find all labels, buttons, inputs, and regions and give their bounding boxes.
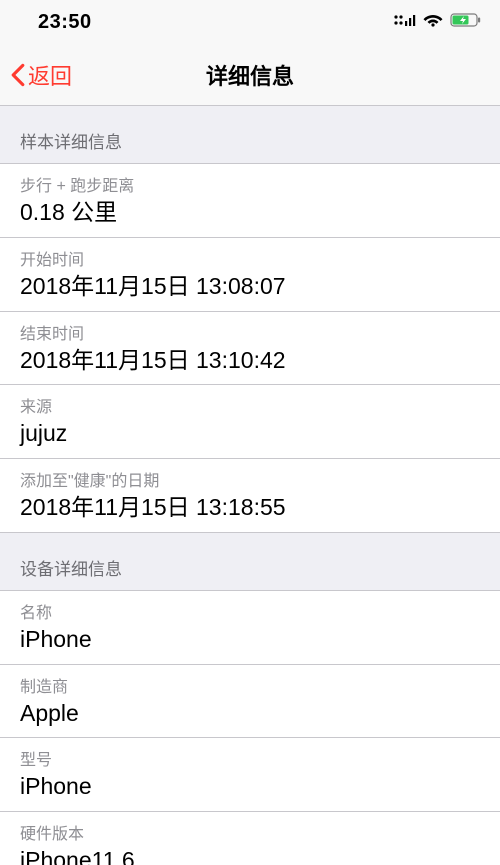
distance-value: 0.18 公里 [20,198,480,227]
row-added-date: 添加至"健康"的日期 2018年11月15日 13:18:55 [0,458,500,533]
row-source: 来源 jujuz [0,384,500,458]
wifi-icon [423,13,443,32]
model-value: iPhone [20,772,480,801]
section-header-sample: 样本详细信息 [0,106,500,163]
device-name-value: iPhone [20,625,480,654]
end-value: 2018年11月15日 13:10:42 [20,346,480,375]
cellular-icon [394,13,416,32]
manufacturer-label: 制造商 [20,673,480,697]
hardware-label: 硬件版本 [20,820,480,844]
row-device-name: 名称 iPhone [0,590,500,664]
added-label: 添加至"健康"的日期 [20,467,480,491]
source-value: jujuz [20,419,480,448]
row-end-time: 结束时间 2018年11月15日 13:10:42 [0,311,500,385]
status-bar: 23:50 [0,0,500,44]
hardware-value: iPhone11,6 [20,846,480,865]
row-manufacturer: 制造商 Apple [0,664,500,738]
row-start-time: 开始时间 2018年11月15日 13:08:07 [0,237,500,311]
manufacturer-value: Apple [20,699,480,728]
added-value: 2018年11月15日 13:18:55 [20,493,480,522]
nav-bar: 返回 详细信息 [0,44,500,106]
model-label: 型号 [20,746,480,770]
chevron-left-icon [10,63,26,87]
distance-label: 步行 + 跑步距离 [20,172,480,196]
section-header-device: 设备详细信息 [0,533,500,590]
start-label: 开始时间 [20,246,480,270]
row-hardware: 硬件版本 iPhone11,6 [0,811,500,865]
device-name-label: 名称 [20,599,480,623]
row-distance: 步行 + 跑步距离 0.18 公里 [0,163,500,237]
battery-icon [450,13,482,32]
end-label: 结束时间 [20,320,480,344]
source-label: 来源 [20,393,480,417]
start-value: 2018年11月15日 13:08:07 [20,272,480,301]
row-model: 型号 iPhone [0,737,500,811]
page-title: 详细信息 [0,59,500,91]
status-time: 23:50 [18,11,92,34]
back-label: 返回 [28,59,72,91]
back-button[interactable]: 返回 [10,59,72,91]
status-icons [394,13,482,32]
